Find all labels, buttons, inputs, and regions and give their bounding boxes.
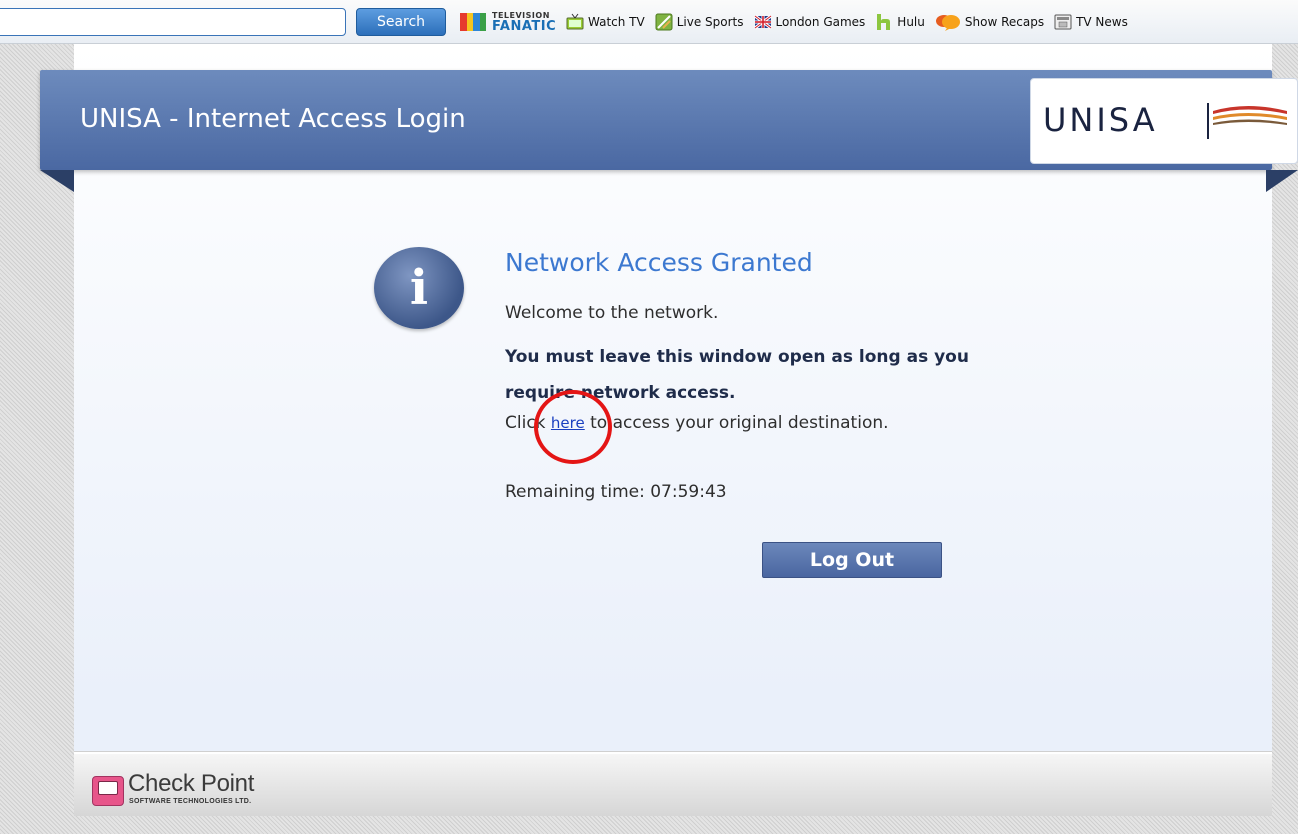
- search-button[interactable]: Search: [356, 8, 446, 36]
- unisa-logo: UNISA: [1030, 78, 1298, 164]
- browser-toolbar: Search TELEVISION FANATIC Watch TV Live …: [0, 0, 1298, 44]
- page-title: UNISA - Internet Access Login: [80, 104, 466, 134]
- sports-icon: [655, 13, 673, 31]
- bookmark-label: TV News: [1076, 15, 1128, 29]
- tv-fanatic-color-icon: [460, 13, 486, 31]
- remaining-value: 07:59:43: [650, 482, 727, 502]
- news-icon: [1054, 13, 1072, 31]
- bookmark-watch-tv[interactable]: Watch TV: [566, 13, 645, 31]
- bookmark-label: Live Sports: [676, 15, 744, 29]
- check-point-subtitle: SOFTWARE TECHNOLOGIES LTD.: [129, 798, 252, 805]
- bookmark-live-sports[interactable]: Live Sports: [655, 13, 744, 31]
- tv-icon: [566, 13, 584, 31]
- logout-button[interactable]: Log Out: [762, 542, 942, 578]
- remaining-label: Remaining time:: [505, 482, 645, 502]
- bookmark-show-recaps[interactable]: Show Recaps: [935, 13, 1044, 31]
- bookmark-label: Hulu: [897, 15, 925, 29]
- search-input[interactable]: [0, 8, 346, 36]
- ribbon-fold-right: [1266, 170, 1298, 192]
- bookmark-label: London Games: [775, 15, 866, 29]
- bookmarks-bar: Watch TV Live Sports London Games Hulu S…: [566, 10, 1128, 34]
- brand-bottom-text: FANATIC: [492, 18, 557, 34]
- check-point-logo-icon: [92, 776, 124, 806]
- logo-text: UNISA: [1043, 101, 1158, 139]
- bookmark-london-games[interactable]: London Games: [753, 13, 866, 31]
- message-title: Network Access Granted: [505, 248, 813, 277]
- bookmark-label: Watch TV: [588, 15, 645, 29]
- remaining-time: Remaining time: 07:59:43: [505, 482, 727, 502]
- check-point-name: Check Point: [128, 770, 255, 797]
- unisa-logo-mark: [1207, 103, 1287, 139]
- click-suffix: to access your original destination.: [590, 413, 889, 433]
- chat-bubble-icon: [935, 13, 961, 31]
- highlight-circle: [534, 390, 612, 464]
- bookmark-label: Show Recaps: [964, 15, 1045, 29]
- welcome-text: Welcome to the network.: [505, 303, 719, 323]
- bookmark-tv-news[interactable]: TV News: [1054, 13, 1128, 31]
- uk-flag-icon: [753, 13, 772, 31]
- info-icon: i: [374, 247, 464, 329]
- ribbon-fold-left: [40, 170, 74, 192]
- hulu-icon: [875, 13, 893, 31]
- television-fanatic-logo[interactable]: TELEVISION FANATIC: [460, 9, 556, 35]
- bookmark-hulu[interactable]: Hulu: [875, 13, 925, 31]
